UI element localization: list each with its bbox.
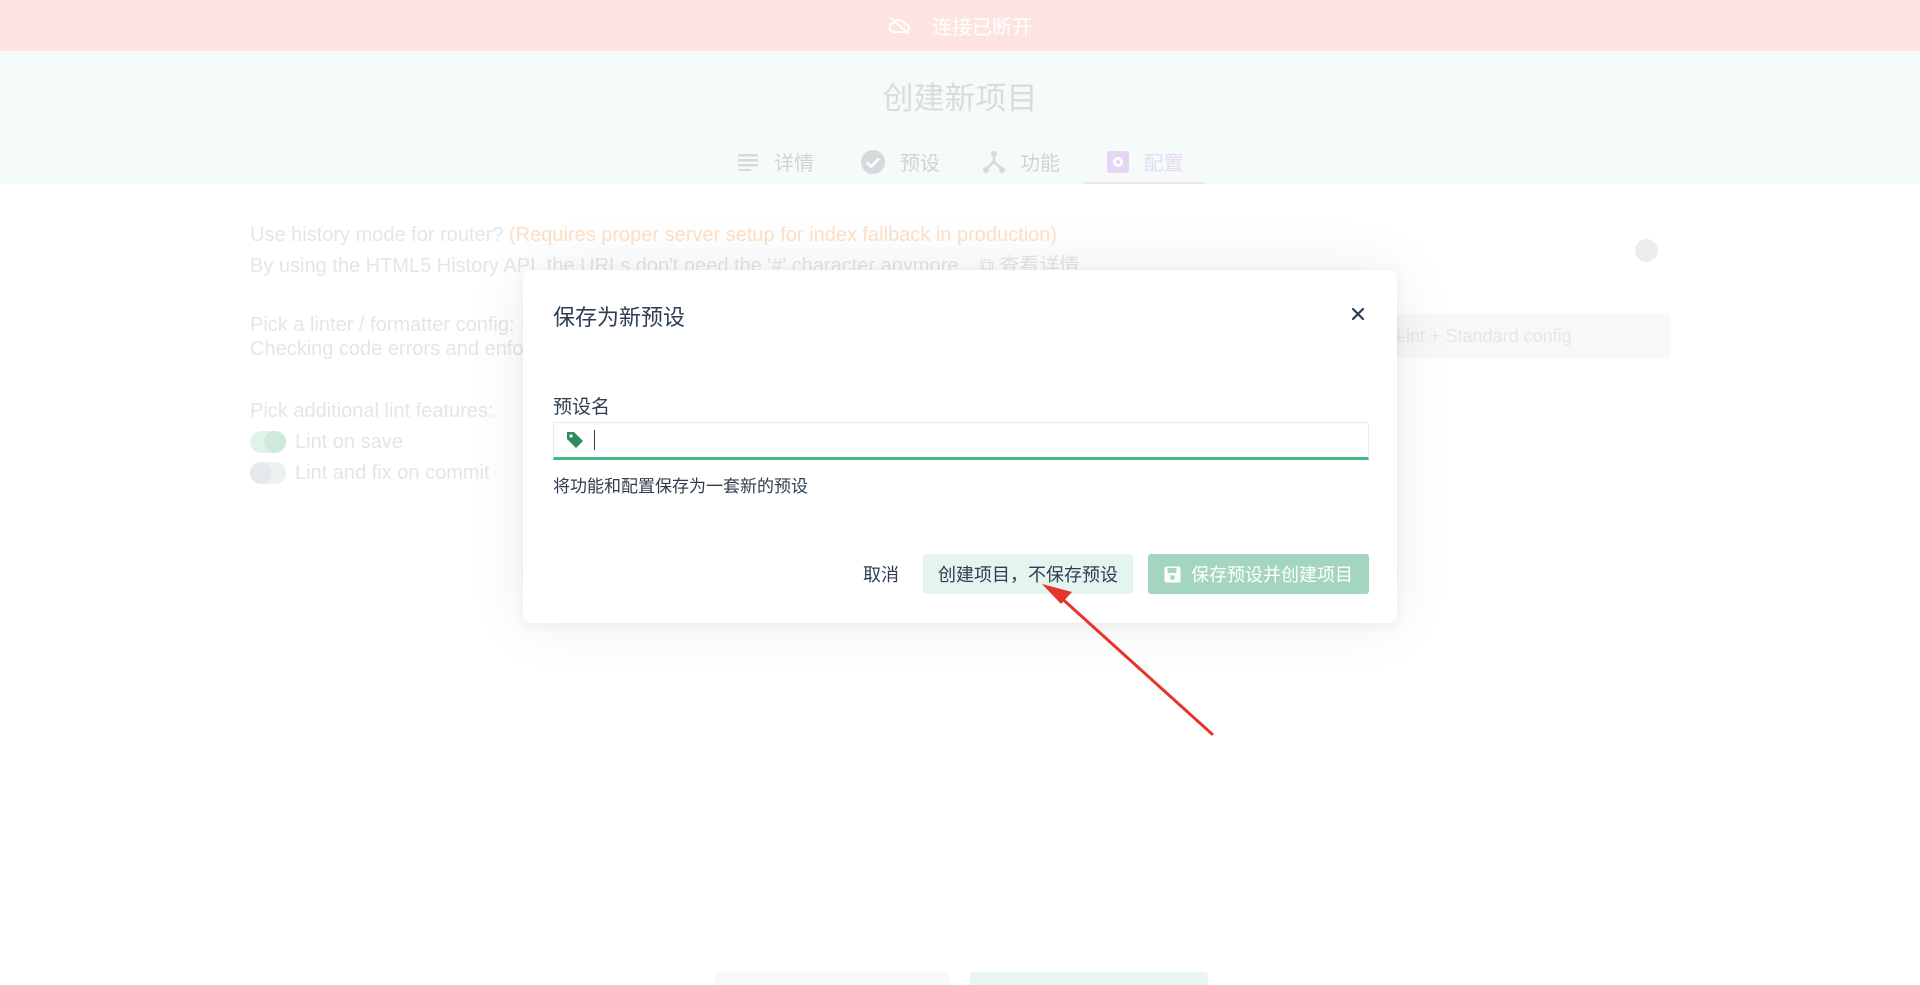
tab-details[interactable]: 详情 <box>738 141 814 182</box>
save-preset-and-create-label: 保存预设并创建项目 <box>1191 565 1353 585</box>
save-icon <box>1164 566 1181 582</box>
linter-select[interactable]: Lint + Standard config ⌄ <box>1386 314 1670 358</box>
disconnected-banner: 连接已断开 <box>0 0 1920 51</box>
tab-config[interactable]: 配置 <box>1084 141 1205 184</box>
preset-help-text: 将功能和配置保存为一套新的预设 <box>553 477 808 496</box>
tab-presets-label: 预设 <box>900 153 940 175</box>
check-circle-icon <box>861 149 885 174</box>
linter-desc: Checking code errors and enfo <box>250 338 524 360</box>
tab-details-label: 详情 <box>774 153 814 175</box>
history-mode-warning: (Requires proper server setup for index … <box>509 224 1058 246</box>
cancel-button[interactable]: 取消 <box>841 554 921 594</box>
settings-icon <box>1106 150 1129 173</box>
tab-presets[interactable]: 预设 <box>860 141 940 182</box>
lint-on-save-label: Lint on save <box>295 431 403 453</box>
step-tabs: 详情 预设 功能 配置 <box>0 141 1920 184</box>
lint-fix-on-commit-label: Lint and fix on commit <box>295 462 490 484</box>
chevron-down-icon: ⌄ <box>1396 326 1408 342</box>
cloud-off-icon <box>888 16 910 35</box>
preset-name-field[interactable] <box>553 422 1369 460</box>
dialog-title: 保存为新预设 <box>553 305 686 330</box>
save-preset-and-create-button[interactable]: 保存预设并创建项目 <box>1148 554 1369 594</box>
preset-name-label: 预设名 <box>553 397 611 418</box>
create-project-button[interactable] <box>970 972 1208 985</box>
linter-title: Pick a linter / formatter config: <box>250 314 515 336</box>
close-button[interactable] <box>1344 300 1372 328</box>
tab-features-label: 功能 <box>1020 153 1060 175</box>
tag-icon <box>567 432 583 448</box>
list-icon <box>738 153 758 171</box>
previous-button[interactable] <box>715 972 950 985</box>
history-mode-row: Use history mode for router? (Requires p… <box>250 224 1057 247</box>
preset-name-input[interactable] <box>592 427 1352 453</box>
fork-icon <box>983 150 1005 173</box>
lint-features-title: Pick additional lint features: <box>250 400 494 422</box>
banner-text: 连接已断开 <box>932 17 1032 39</box>
tab-features[interactable]: 功能 <box>982 141 1060 182</box>
tab-config-label: 配置 <box>1143 153 1184 175</box>
close-icon <box>1351 307 1365 321</box>
create-without-preset-button[interactable]: 创建项目，不保存预设 <box>923 554 1133 594</box>
history-mode-title: Use history mode for router? <box>250 224 504 246</box>
page-header: 创建新项目 详情 预设 功能 配置 <box>0 51 1920 184</box>
lint-fix-on-commit-switch[interactable] <box>250 462 286 484</box>
text-cursor <box>594 430 595 450</box>
page-title: 创建新项目 <box>882 81 1038 116</box>
save-preset-dialog: 保存为新预设 预设名 将功能和配置保存为一套新的预设 取消 创建项目，不保存预设… <box>523 270 1397 623</box>
history-mode-toggle[interactable] <box>1635 239 1658 262</box>
lint-on-save-switch[interactable] <box>250 431 286 453</box>
